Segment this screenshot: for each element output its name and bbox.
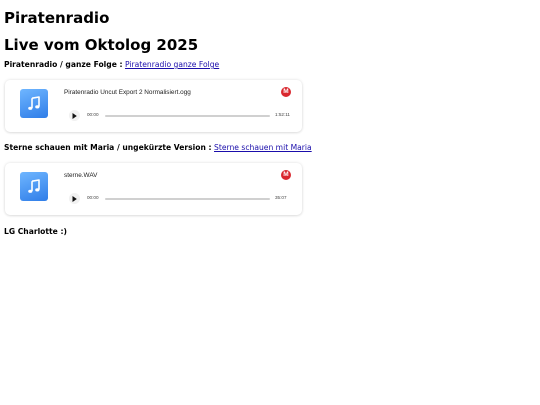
audio-player-card: sterne.WAV M 00:00 35:07: [5, 163, 302, 215]
current-time: 00:00: [87, 195, 99, 200]
audio-file-name: Piratenradio Uncut Export 2 Normalisiert…: [64, 89, 191, 96]
closing-text: LG Charlotte :): [4, 227, 67, 236]
play-button[interactable]: [69, 110, 80, 121]
full-episode-link[interactable]: Piratenradio ganze Folge: [125, 60, 219, 69]
mega-badge-letter: M: [283, 88, 289, 95]
audio-file-name: sterne.WAV: [64, 172, 98, 179]
audio-player-card: Piratenradio Uncut Export 2 Normalisiert…: [5, 80, 302, 132]
play-icon: [72, 195, 77, 202]
section-line-stars: Sterne schauen mit Maria / ungekürzte Ve…: [4, 143, 312, 153]
play-icon: [72, 112, 77, 119]
music-note-icon: [20, 172, 48, 201]
current-time: 00:00: [87, 112, 99, 117]
section-label: Sterne schauen mit Maria / ungekürzte Ve…: [4, 143, 212, 152]
seek-bar[interactable]: [105, 198, 270, 200]
section-label: Piratenradio / ganze Folge :: [4, 60, 123, 69]
page-title: Piratenradio: [4, 9, 110, 27]
page-subtitle: Live vom Oktolog 2025: [4, 36, 199, 54]
mega-badge-letter: M: [283, 171, 289, 178]
seek-bar[interactable]: [105, 115, 270, 117]
section-line-full-episode: Piratenradio / ganze Folge : Piratenradi…: [4, 60, 219, 70]
duration: 35:07: [275, 195, 287, 200]
stars-link[interactable]: Sterne schauen mit Maria: [214, 143, 312, 152]
closing-line: LG Charlotte :): [4, 227, 67, 237]
duration: 1:52:11: [275, 112, 290, 117]
music-note-icon: [20, 89, 48, 118]
play-button[interactable]: [69, 193, 80, 204]
mega-logo-icon[interactable]: M: [281, 87, 291, 97]
mega-logo-icon[interactable]: M: [281, 170, 291, 180]
